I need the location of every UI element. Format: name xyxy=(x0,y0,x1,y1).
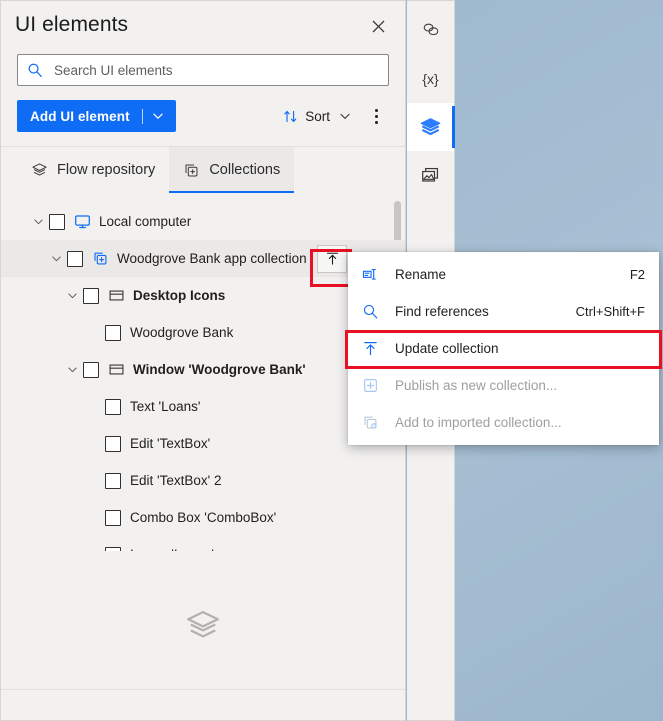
menu-item-find-references[interactable]: Find references Ctrl+Shift+F xyxy=(348,293,659,330)
ui-elements-panel: UI elements Add UI element xyxy=(0,0,406,721)
dot xyxy=(374,120,378,124)
menu-item-publish-as-new-collection[interactable]: Publish as new collection... xyxy=(348,367,659,404)
checkbox[interactable] xyxy=(83,287,99,304)
rename-icon xyxy=(362,266,386,283)
search-icon xyxy=(27,62,43,78)
tree-item-edit-textbox[interactable]: Edit 'TextBox' xyxy=(1,425,405,462)
button-divider xyxy=(141,108,143,124)
menu-item-shortcut: F2 xyxy=(629,267,645,282)
tree-item-label: Combo Box 'ComboBox' xyxy=(130,510,277,525)
chevron-down-icon[interactable] xyxy=(61,364,83,375)
tab-collections[interactable]: Collections xyxy=(169,147,295,193)
tree-item-label: Image 'Image' xyxy=(130,547,214,551)
tree-item-woodgrove-bank-app-collection[interactable]: Woodgrove Bank app collection xyxy=(1,240,405,277)
tree-item-label: Edit 'TextBox' xyxy=(130,436,211,451)
checkbox[interactable] xyxy=(67,250,83,267)
search-icon xyxy=(362,303,386,320)
sort-arrows-icon xyxy=(283,109,298,124)
variables-icon: {x} xyxy=(422,71,439,87)
tab-strip: Flow repository Collections xyxy=(1,147,405,193)
checkbox[interactable] xyxy=(105,398,121,415)
menu-item-label: Find references xyxy=(395,304,489,319)
dot xyxy=(374,114,378,118)
tree-item-label: Desktop Icons xyxy=(133,288,226,303)
tab-flow-repository[interactable]: Flow repository xyxy=(17,147,169,193)
chevron-down-icon[interactable] xyxy=(339,110,351,122)
checkbox[interactable] xyxy=(105,472,121,489)
tree-item-image-image[interactable]: Image 'Image' xyxy=(1,536,405,551)
search-input[interactable] xyxy=(52,61,379,79)
tree-item-combo-box-combobox[interactable]: Combo Box 'ComboBox' xyxy=(1,499,405,536)
checkbox[interactable] xyxy=(83,361,99,378)
checkbox[interactable] xyxy=(49,213,65,230)
tree-item-edit-textbox-2[interactable]: Edit 'TextBox' 2 xyxy=(1,462,405,499)
close-icon[interactable] xyxy=(363,11,393,41)
tree-item-label: Edit 'TextBox' 2 xyxy=(130,473,222,488)
menu-item-shortcut: Ctrl+Shift+F xyxy=(575,304,645,319)
chevron-down-icon[interactable] xyxy=(61,290,83,301)
dot xyxy=(374,108,378,112)
tree-item-window-woodgrove-bank[interactable]: Window 'Woodgrove Bank' xyxy=(1,351,405,388)
menu-item-rename[interactable]: Rename F2 xyxy=(348,256,659,293)
rail-item-variables[interactable]: {x} xyxy=(407,55,454,103)
ui-elements-icon xyxy=(420,20,442,42)
add-ui-element-label: Add UI element xyxy=(30,108,130,124)
rail-item-ui-elements-collections[interactable] xyxy=(407,103,455,151)
collection-add-icon xyxy=(183,162,200,179)
context-menu: Rename F2 Find references Ctrl+Shift+F U… xyxy=(345,252,662,445)
add-ui-element-button[interactable]: Add UI element xyxy=(17,100,176,132)
chevron-down-icon[interactable] xyxy=(152,110,176,122)
chevron-down-icon[interactable] xyxy=(45,253,67,264)
tree-item-label: Local computer xyxy=(99,214,192,229)
menu-item-label: Add to imported collection... xyxy=(395,415,562,430)
checkbox[interactable] xyxy=(105,509,121,526)
menu-item-update-collection[interactable]: Update collection xyxy=(348,330,659,367)
menu-item-label: Publish as new collection... xyxy=(395,378,558,393)
images-icon xyxy=(420,165,441,186)
checkbox[interactable] xyxy=(105,546,121,551)
window-icon xyxy=(105,287,127,304)
menu-item-add-to-imported-collection[interactable]: Add to imported collection... xyxy=(348,404,659,441)
tab-label: Collections xyxy=(209,162,281,178)
layers-blue-icon xyxy=(419,116,442,139)
upload-icon xyxy=(362,340,386,357)
toolbar: Add UI element Sort xyxy=(17,100,389,132)
rail-item-ui-elements[interactable] xyxy=(407,7,454,55)
checkbox[interactable] xyxy=(105,435,121,452)
tree-item-text-loans[interactable]: Text 'Loans' xyxy=(1,388,405,425)
collection-add-icon xyxy=(89,250,111,267)
layers-icon xyxy=(184,607,222,645)
plus-box-icon xyxy=(362,377,386,394)
tree-item-woodgrove-bank[interactable]: Woodgrove Bank xyxy=(1,314,405,351)
sort-button[interactable]: Sort xyxy=(279,105,355,128)
panel-bottom-divider xyxy=(1,689,405,690)
collection-add-icon xyxy=(362,414,386,431)
tree-item-label: Woodgrove Bank app collection xyxy=(117,251,307,266)
tree-item-label: Window 'Woodgrove Bank' xyxy=(133,362,306,377)
elements-tree: Local computer Woodgrove Bank app collec… xyxy=(1,193,405,551)
sort-label: Sort xyxy=(305,108,330,124)
search-box[interactable] xyxy=(17,54,389,86)
panel-header: UI elements xyxy=(1,1,405,49)
tree-item-label: Woodgrove Bank xyxy=(130,325,234,340)
chevron-down-icon[interactable] xyxy=(27,216,49,227)
screen: UI elements Add UI element xyxy=(0,0,663,721)
tab-label: Flow repository xyxy=(57,162,156,178)
menu-item-label: Update collection xyxy=(395,341,499,356)
menu-item-label: Rename xyxy=(395,267,447,282)
more-vertical-icon[interactable] xyxy=(363,102,389,130)
page-title: UI elements xyxy=(15,13,129,36)
empty-state-watermark xyxy=(1,551,405,701)
window-icon xyxy=(105,361,127,378)
monitor-icon xyxy=(71,213,93,230)
checkbox[interactable] xyxy=(105,324,121,341)
tree-item-local-computer[interactable]: Local computer xyxy=(1,203,405,240)
rail-item-images[interactable] xyxy=(407,151,454,199)
layers-icon xyxy=(31,162,48,179)
tree-item-desktop-icons[interactable]: Desktop Icons xyxy=(1,277,405,314)
update-collection-icon[interactable] xyxy=(317,244,347,273)
tree-item-label: Text 'Loans' xyxy=(130,399,201,414)
